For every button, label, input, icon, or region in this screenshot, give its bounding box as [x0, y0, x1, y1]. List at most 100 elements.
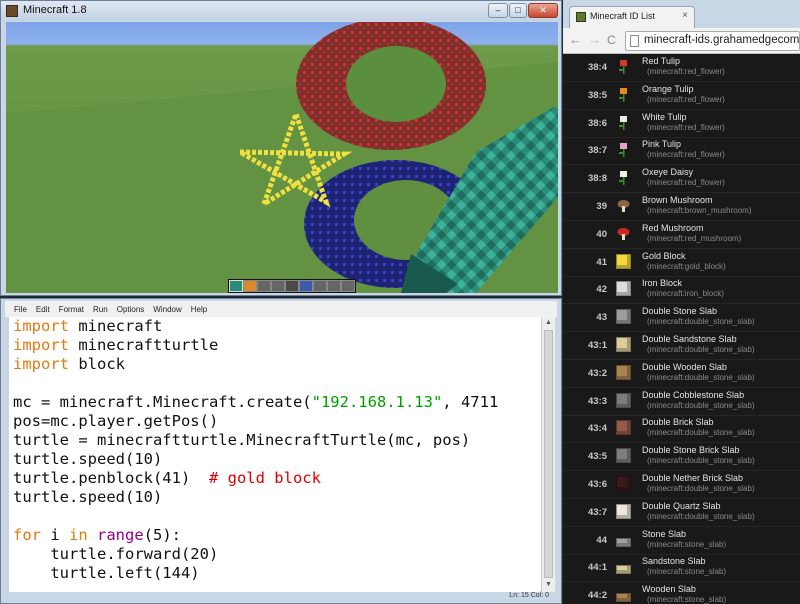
id-list-row[interactable]: 38:7 Pink Tulip (minecraft:red_flower)	[563, 137, 800, 166]
item-name: Red Tulip	[642, 56, 681, 66]
maximize-button[interactable]: □	[509, 3, 527, 18]
scroll-down-arrow-icon[interactable]: ▼	[544, 581, 553, 590]
slab-icon	[616, 565, 631, 575]
menu-item-run[interactable]: Run	[93, 305, 108, 314]
item-id: 43:5	[587, 451, 607, 463]
address-bar[interactable]: minecraft-ids.grahamedgecombe.com	[625, 31, 800, 51]
scrollbar-thumb[interactable]	[544, 330, 553, 578]
item-id: 44:2	[587, 590, 607, 602]
close-button[interactable]: ✕	[528, 3, 558, 18]
id-list-row[interactable]: 44 Stone Slab (minecraft:stone_slab)	[563, 527, 800, 555]
code-token: import	[13, 336, 69, 354]
hotbar-slot[interactable]	[271, 280, 285, 292]
item-name: Double Wooden Slab	[642, 361, 727, 372]
code-line[interactable]: turtle.speed(10)	[13, 450, 162, 469]
code-line[interactable]: turtle.speed(10)	[13, 488, 162, 507]
code-line[interactable]: mc = minecraft.Minecraft.create("192.168…	[13, 393, 498, 412]
item-id: 43:7	[587, 506, 607, 518]
code-line[interactable]: import minecraftturtle	[13, 336, 218, 355]
block-icon	[616, 476, 631, 491]
block-icon	[616, 364, 631, 380]
id-list-row[interactable]: 39 Brown Mushroom (minecraft:brown_mushroo…	[563, 193, 800, 221]
code-token: for	[13, 526, 41, 544]
code-line[interactable]: turtle = minecraftturtle.MinecraftTurtle…	[13, 431, 470, 450]
id-list-row[interactable]: 42 Iron Block (minecraft:iron_block)	[563, 276, 800, 305]
id-list-row[interactable]: 44:1 Sandstone Slab (minecraft:stone_slab)	[563, 554, 800, 583]
scroll-up-arrow-icon[interactable]: ▲	[544, 319, 553, 328]
item-tag: (minecraft:red_flower)	[647, 94, 725, 104]
hotbar[interactable]	[228, 279, 356, 293]
menu-item-help[interactable]: Help	[191, 305, 207, 314]
game-viewport[interactable]	[6, 22, 558, 293]
hotbar-slot[interactable]	[243, 280, 257, 292]
id-list-row[interactable]: 38:4 Red Tulip (minecraft:red_flower)	[563, 54, 800, 82]
id-list-row[interactable]: 43:1 Double Sandstone Slab (minecraft:doub…	[563, 332, 800, 360]
item-tag: (minecraft:stone_slab)	[647, 595, 727, 604]
hotbar-slot[interactable]	[299, 280, 313, 292]
code-token: minecraftturtle	[69, 336, 219, 354]
code-line[interactable]: import block	[13, 355, 125, 374]
id-list-row[interactable]: 38:6 White Tulip (minecraft:red_flower)	[563, 110, 800, 138]
item-name: Double Brick Slab	[642, 417, 714, 428]
id-list-row[interactable]: 40 Red Mushroom (minecraft:red_mushroom)	[563, 221, 800, 249]
item-id: 43:4	[587, 423, 607, 435]
menu-item-format[interactable]: Format	[59, 305, 84, 314]
id-list-row[interactable]: 38:8 Oxeye Daisy (minecraft:red_flower)	[563, 165, 800, 194]
code-token: (5):	[143, 526, 182, 544]
code-line[interactable]: pos=mc.player.getPos()	[13, 412, 218, 431]
item-name: Double Sandstone Slab	[642, 334, 737, 344]
id-list-row[interactable]: 41 Gold Block (minecraft:gold_block)	[563, 249, 800, 277]
hotbar-slot[interactable]	[341, 280, 355, 292]
code-editor[interactable]: import minecraft import minecraftturtle im…	[9, 317, 541, 592]
block-icon	[616, 253, 631, 269]
menu-item-edit[interactable]: Edit	[36, 305, 50, 314]
menu-item-window[interactable]: Window	[153, 305, 181, 314]
browser-window: Minecraft ID List × ← → C minecraft-ids.…	[563, 0, 800, 604]
hotbar-slot[interactable]	[327, 280, 341, 292]
item-id: 44	[596, 534, 607, 546]
code-token: turtle.left(144)	[13, 564, 200, 582]
reload-icon[interactable]: C	[607, 33, 616, 47]
id-list-row[interactable]: 43 Double Stone Slab (minecraft:double_sto…	[563, 304, 800, 333]
item-name: White Tulip	[642, 111, 687, 122]
minecraft-titlebar[interactable]: Minecraft 1.8 – □ ✕	[1, 1, 561, 21]
tab-close-icon[interactable]: ×	[682, 10, 688, 21]
code-line[interactable]: turtle.penblock(41) # gold block	[13, 469, 321, 488]
id-list-row[interactable]: 43:2 Double Wooden Slab (minecraft:double_…	[563, 360, 800, 388]
python-editor-window: File Edit Format Run Options Window Help impor…	[0, 298, 562, 604]
menu-item-options[interactable]: Options	[117, 305, 145, 314]
item-id: 43:6	[587, 479, 607, 490]
id-list-row[interactable]: 43:6 Double Nether Brick Slab (minecraft:d…	[563, 471, 800, 499]
browser-tab[interactable]: Minecraft ID List ×	[569, 6, 695, 28]
code-token: import	[13, 355, 69, 373]
id-list-row[interactable]: 38:5 Orange Tulip (minecraft:red_flower)	[563, 82, 800, 110]
code-line[interactable]: import minecraft	[13, 317, 162, 336]
minecraft-window-title: Minecraft 1.8	[23, 4, 87, 16]
id-list-row[interactable]: 43:3 Double Cobblestone Slab (minecraft:do…	[563, 388, 800, 416]
flower-icon	[616, 115, 631, 130]
code-line[interactable]: turtle.forward(20)	[13, 545, 218, 564]
hotbar-slot[interactable]	[313, 280, 327, 292]
mushroom-icon	[616, 226, 631, 241]
code-token: turtle.forward(20)	[13, 545, 219, 563]
id-list-row[interactable]: 43:7 Double Quartz Slab (minecraft:double_…	[563, 499, 800, 527]
code-line[interactable]: turtle.left(144)	[13, 564, 200, 583]
item-name: Stone Slab	[642, 528, 687, 539]
id-list-row[interactable]: 44:2 Wooden Slab (minecraft:stone_slab)	[563, 582, 800, 604]
menu-item-file[interactable]: File	[14, 305, 27, 314]
item-tag: (minecraft:stone_slab)	[647, 539, 727, 549]
forward-arrow-icon[interactable]: →	[588, 32, 601, 47]
vertical-scrollbar[interactable]: ▲ ▼	[541, 317, 555, 592]
hotbar-slot[interactable]	[285, 280, 299, 292]
hotbar-slot[interactable]	[257, 280, 271, 292]
item-tag: (minecraft:brown_mushroom)	[647, 206, 752, 215]
item-name: Double Cobblestone Slab	[642, 389, 745, 400]
code-line[interactable]: for i in range(5):	[13, 526, 181, 545]
item-id: 43:1	[587, 340, 607, 351]
minimize-button[interactable]: –	[488, 3, 508, 18]
hotbar-slot-sword[interactable]	[229, 280, 243, 292]
id-list-row[interactable]: 43:4 Double Brick Slab (minecraft:double_s…	[563, 415, 800, 444]
back-arrow-icon[interactable]: ←	[569, 32, 582, 47]
id-list-row[interactable]: 43:5 Double Stone Brick Slab (minecraft:do…	[563, 443, 800, 472]
flower-icon	[616, 142, 631, 158]
